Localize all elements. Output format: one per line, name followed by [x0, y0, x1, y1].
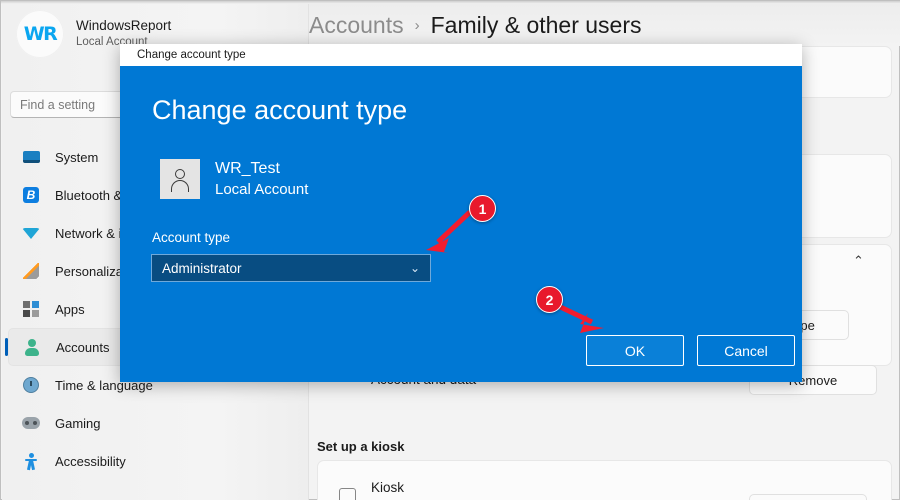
- sidebar-item-gaming[interactable]: Gaming: [2, 404, 309, 442]
- dialog-heading: Change account type: [152, 95, 407, 126]
- paintbrush-icon: [20, 261, 42, 281]
- gamepad-icon: [20, 413, 42, 433]
- bluetooth-icon: B: [20, 185, 42, 205]
- kiosk-item-title: Kiosk: [371, 480, 404, 495]
- kiosk-checkbox[interactable]: [339, 488, 356, 500]
- person-icon: [21, 337, 43, 357]
- breadcrumb-parent[interactable]: Accounts: [309, 12, 404, 39]
- profile-name: WindowsReport: [76, 18, 171, 35]
- sidebar-item-label: System: [55, 150, 98, 165]
- search-input[interactable]: Find a setting: [10, 91, 134, 118]
- avatar: WR: [16, 10, 64, 58]
- page-title: Family & other users: [431, 12, 642, 39]
- chevron-right-icon: ›: [415, 17, 420, 34]
- sidebar-item-label: Network & i: [55, 226, 121, 241]
- sidebar-item-label: Gaming: [55, 416, 101, 431]
- dialog-user-type: Local Account: [215, 180, 308, 200]
- dialog-titlebar-text: Change account type: [137, 49, 246, 61]
- sidebar-item-accessibility[interactable]: Accessibility: [2, 442, 309, 480]
- screenshot-root: WR WindowsReport Local Account Find a se…: [0, 0, 900, 500]
- ok-button[interactable]: OK: [586, 335, 684, 366]
- sidebar-item-label: Bluetooth &: [55, 188, 122, 203]
- accessibility-icon: [20, 451, 42, 471]
- windowsreport-logo-icon: WR: [24, 23, 57, 45]
- change-account-type-dialog: Change account type Change account type …: [120, 44, 802, 382]
- annotation-badge-2: 2: [536, 286, 563, 313]
- dialog-user-name: WR_Test: [215, 158, 308, 180]
- account-type-combobox[interactable]: Administrator ⌄: [151, 254, 431, 282]
- dialog-user-row: WR_Test Local Account: [160, 158, 308, 200]
- monitor-icon: [20, 147, 42, 167]
- sidebar-item-label: Apps: [55, 302, 85, 317]
- sidebar-item-label: Personalizat: [55, 264, 127, 279]
- breadcrumb: Accounts › Family & other users: [309, 4, 900, 46]
- search-placeholder: Find a setting: [20, 98, 95, 112]
- kiosk-get-started-button[interactable]: Get started: [749, 494, 867, 500]
- apps-grid-icon: [20, 299, 42, 319]
- account-type-value: Administrator: [162, 261, 242, 276]
- cancel-button[interactable]: Cancel: [697, 335, 795, 366]
- kiosk-section-title: Set up a kiosk: [317, 439, 404, 454]
- wifi-icon: [20, 223, 42, 243]
- chevron-up-icon[interactable]: ⌃: [853, 254, 864, 269]
- account-type-label: Account type: [152, 230, 230, 245]
- clock-icon: [20, 375, 42, 395]
- chevron-down-icon: ⌄: [410, 261, 420, 275]
- dialog-body: Change account type WR_Test Local Accoun…: [120, 66, 802, 382]
- sidebar-item-label: Accessibility: [55, 454, 126, 469]
- annotation-badge-1: 1: [469, 195, 496, 222]
- dialog-titlebar: Change account type: [120, 44, 802, 66]
- dialog-user-text: WR_Test Local Account: [215, 158, 308, 200]
- sidebar-item-label: Accounts: [56, 340, 109, 355]
- person-avatar-icon: [160, 159, 200, 199]
